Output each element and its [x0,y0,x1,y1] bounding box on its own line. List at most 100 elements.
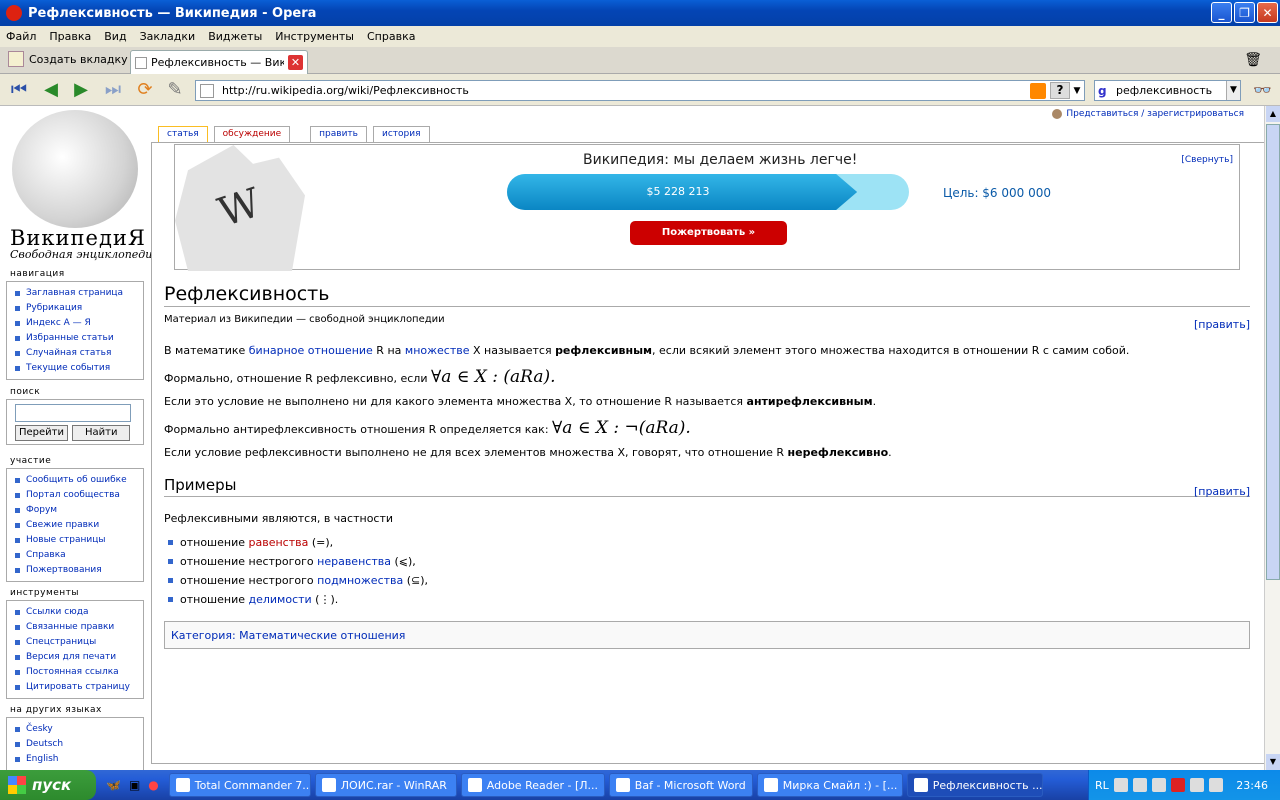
language-item[interactable]: English [15,752,141,767]
sidebar-item[interactable]: Портал сообщества [15,488,141,503]
close-tab-icon[interactable]: ✕ [288,55,303,70]
set-link[interactable]: множестве [405,344,470,357]
rewind-icon[interactable]: ⏮ [8,80,30,100]
app-icon[interactable]: ▣ [129,778,140,792]
forward-icon[interactable]: ▶ [70,80,92,100]
sidebar-item[interactable]: Связанные правки [15,620,141,635]
menu-tools[interactable]: Инструменты [275,30,354,43]
sidebar-item[interactable]: Цитировать страницу [15,680,141,695]
help-icon[interactable]: ? [1050,82,1070,99]
tab-discussion[interactable]: обсуждение [213,126,291,142]
sidebar-item[interactable]: Случайная статья [15,346,141,361]
rss-icon[interactable] [1030,82,1046,99]
opera-icon [6,5,22,21]
category-links[interactable]: Категория: Математические отношения [164,621,1250,649]
minimize-button[interactable]: _ [1211,2,1232,23]
tray-icon[interactable] [1151,778,1166,792]
inequality-link[interactable]: неравенства [317,555,391,568]
sidebar-item[interactable]: Версия для печати [15,650,141,665]
address-bar[interactable]: http://ru.wikipedia.org/wiki/Рефлексивно… [195,80,1085,101]
find-button[interactable]: Найти [72,425,131,441]
site-subtitle: Материал из Википедии — свободной энцикл… [164,314,445,325]
sidebar-item[interactable]: Пожертвования [15,563,141,578]
edit-section-link[interactable]: [править] [1194,485,1250,498]
zoom-glasses-icon[interactable]: 👓 [1253,81,1272,99]
sidebar-item[interactable]: Рубрикация [15,301,141,316]
taskbar-item[interactable]: Baf - Microsoft Word [608,773,753,797]
tab-edit[interactable]: править [310,126,367,142]
search-query[interactable]: рефлексивность [1116,84,1222,97]
scroll-thumb[interactable] [1266,124,1280,580]
login-link[interactable]: Представиться / зарегистрироваться [1066,109,1244,119]
taskbar-item[interactable]: Adobe Reader - [Л... [460,773,605,797]
close-button[interactable]: ✕ [1257,2,1278,23]
back-icon[interactable]: ◀ [40,80,62,100]
donate-button[interactable]: Пожертвовать » [630,221,787,245]
address-url[interactable]: http://ru.wikipedia.org/wiki/Рефлексивно… [222,84,1030,97]
reload-icon[interactable]: ⟳ [134,80,156,100]
participation-portlet: участие Сообщить об ошибке Портал сообще… [6,456,144,582]
taskbar-item[interactable]: Total Commander 7.... [168,773,311,797]
scroll-up-icon[interactable]: ▲ [1266,106,1280,122]
sidebar-item[interactable]: Новые страницы [15,533,141,548]
go-button[interactable]: Перейти [15,425,68,441]
start-button[interactable]: пуск [0,770,96,800]
tray-icon[interactable] [1189,778,1204,792]
divisibility-link[interactable]: делимости [249,593,312,606]
scroll-down-icon[interactable]: ▼ [1266,754,1280,770]
menu-widgets[interactable]: Виджеты [208,30,262,43]
sidebar-item[interactable]: Избранные статьи [15,331,141,346]
quick-launch: 🦋 ▣ ● [106,778,159,792]
trash-icon[interactable]: 🗑 [1244,52,1262,68]
sidebar-item[interactable]: Постоянная ссылка [15,665,141,680]
butterfly-icon[interactable]: 🦋 [106,778,121,792]
taskbar-item[interactable]: Мирка Смайл :) - [... [756,773,903,797]
wiki-search-input[interactable] [15,404,131,422]
menu-view[interactable]: Вид [104,30,126,43]
menu-file[interactable]: Файл [6,30,36,43]
subset-link[interactable]: подмножества [317,574,403,587]
search-field[interactable]: g рефлексивность ▼ [1094,80,1241,101]
sidebar-item[interactable]: Индекс А — Я [15,316,141,331]
wikipedia-logo[interactable] [12,110,138,228]
portlet-title: участие [10,456,52,466]
menu-edit[interactable]: Правка [49,30,91,43]
address-dropdown-icon[interactable]: ▼ [1070,86,1084,96]
sidebar-item[interactable]: Справка [15,548,141,563]
tab-article[interactable]: статья [158,126,208,142]
tab-history[interactable]: история [372,126,430,142]
personal-tools[interactable]: Представиться / зарегистрироваться [1052,109,1244,119]
sidebar-item[interactable]: Ссылки сюда [15,605,141,620]
sidebar-item[interactable]: Заглавная страница [15,286,141,301]
tab-active[interactable]: Рефлексивность — Вик... ✕ [130,50,308,74]
new-tab-button[interactable]: Создать вкладку [8,51,128,67]
edit-section-link[interactable]: [править] [1194,318,1250,331]
menu-help[interactable]: Справка [367,30,415,43]
tray-icon[interactable] [1113,778,1128,792]
sidebar-item[interactable]: Форум [15,503,141,518]
fast-forward-icon[interactable]: ⏭ [102,80,124,100]
menu-bookmarks[interactable]: Закладки [140,30,196,43]
language-indicator[interactable]: RL [1095,779,1109,792]
volume-icon[interactable] [1208,778,1223,792]
equality-link[interactable]: равенства [249,536,309,549]
opera-icon[interactable]: ● [148,778,158,792]
collapse-link[interactable]: [Свернуть] [1181,155,1233,165]
tray-icon[interactable] [1132,778,1147,792]
kaspersky-icon[interactable] [1170,778,1185,792]
taskbar-item[interactable]: ЛОИС.rar - WinRAR [314,773,457,797]
edit-icon[interactable]: ✎ [164,80,186,100]
tab-label: Рефлексивность — Вик... [151,56,284,69]
vertical-scrollbar[interactable]: ▲ ▼ [1264,106,1280,770]
language-item[interactable]: Česky [15,722,141,737]
language-item[interactable]: Deutsch [15,737,141,752]
sidebar-item[interactable]: Свежие правки [15,518,141,533]
sidebar-item[interactable]: Спецстраницы [15,635,141,650]
search-dropdown-icon[interactable]: ▼ [1226,81,1240,100]
sidebar-item[interactable]: Текущие события [15,361,141,376]
maximize-button[interactable]: ❐ [1234,2,1255,23]
taskbar-item-active[interactable]: Рефлексивность ... [906,773,1043,797]
page-tabs: статья обсуждение править история [158,126,430,142]
binary-relation-link[interactable]: бинарное отношение [249,344,373,357]
sidebar-item[interactable]: Сообщить об ошибке [15,473,141,488]
